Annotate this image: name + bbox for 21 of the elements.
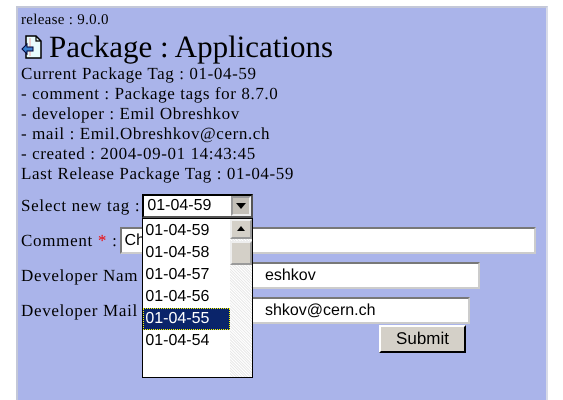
scroll-thumb[interactable] (230, 240, 252, 264)
info-line: - comment : Package tags for 8.7.0 (21, 84, 278, 104)
info-line: - mail : Emil.Obreshkov@cern.ch (21, 124, 270, 144)
info-line: - developer : Emil Obreshkov (21, 104, 240, 124)
dropdown-option[interactable]: 01-04-54 (143, 330, 230, 352)
page-title: Package : Applications (49, 30, 334, 64)
mail-label: Developer Mail (21, 300, 139, 320)
info-line: - created : 2004-09-01 14:43:45 (21, 144, 256, 164)
tag-select[interactable]: 01-04-59 (142, 194, 254, 218)
select-label: Select new tag : (21, 196, 140, 216)
comment-label: Comment * : (21, 230, 118, 250)
scrollbar[interactable] (230, 218, 252, 376)
document-arrow-icon (21, 35, 43, 59)
scroll-up-icon (237, 226, 246, 231)
dropdown-arrow-icon (236, 202, 246, 208)
name-label: Developer Nam (21, 266, 140, 286)
release-label: release : 9.0.0 (21, 12, 109, 28)
submit-button[interactable]: Submit (379, 325, 466, 353)
dropdown-option[interactable]: 01-04-55 (143, 308, 230, 330)
info-line: Current Package Tag : 01-04-59 (21, 64, 257, 84)
info-line: Last Release Package Tag : 01-04-59 (21, 164, 294, 184)
